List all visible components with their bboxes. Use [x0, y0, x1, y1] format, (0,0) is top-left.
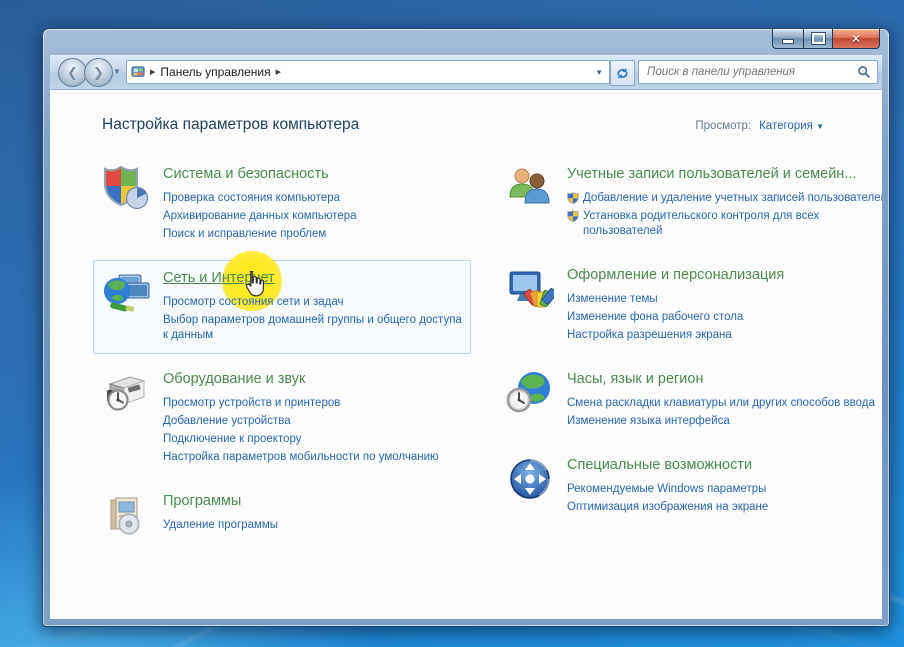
minimize-button[interactable] — [772, 29, 803, 49]
maximize-button[interactable] — [803, 29, 833, 49]
network-icon — [102, 268, 150, 316]
category-network-internet[interactable]: Сеть и Интернет Просмотр состояния сети … — [93, 260, 471, 354]
task-link-uac[interactable]: Установка родительского контроля для все… — [567, 209, 882, 239]
personalization-icon — [506, 265, 554, 313]
user-accounts-icon — [506, 164, 554, 212]
task-link[interactable]: Смена раскладки клавиатуры или других сп… — [567, 396, 882, 411]
search-box[interactable] — [638, 60, 878, 84]
software-box-icon — [102, 491, 150, 539]
task-links: Проверка состояния компьютера Архивирова… — [163, 191, 462, 242]
desktop: { "navbar": { "breadcrumb_root": "Панель… — [0, 0, 904, 647]
category-title-user-accounts[interactable]: Учетные записи пользователей и семейн... — [567, 165, 856, 183]
category-columns: Система и безопасность Проверка состояни… — [50, 134, 882, 562]
category-clock-language-region: Часы, язык и регион Смена раскладки клав… — [506, 369, 882, 432]
breadcrumb-arrow-icon[interactable]: ▶ — [276, 68, 281, 76]
address-bar[interactable]: ▶ Панель управления ▶ ▼ — [126, 60, 610, 84]
breadcrumb-item[interactable]: Панель управления — [160, 65, 270, 79]
task-link[interactable]: Оптимизация изображения на экране — [567, 500, 882, 515]
security-shield-icon — [102, 164, 150, 212]
task-link[interactable]: Настройка параметров мобильности по умол… — [163, 450, 462, 465]
page-title: Настройка параметров компьютера — [102, 116, 359, 134]
task-link[interactable]: Изменение темы — [567, 292, 882, 307]
category-title-appearance[interactable]: Оформление и персонализация — [567, 266, 784, 284]
task-link[interactable]: Изменение языка интерфейса — [567, 414, 882, 429]
task-link[interactable]: Просмотр состояния сети и задач — [163, 295, 462, 310]
chevron-down-icon: ▼ — [816, 122, 824, 131]
task-link[interactable]: Выбор параметров домашней группы и общег… — [163, 313, 462, 343]
task-link[interactable]: Изменение фона рабочего стола — [567, 310, 882, 325]
right-column: Учетные записи пользователей и семейн... — [506, 164, 882, 562]
refresh-icon — [615, 66, 630, 81]
category-hardware-sound: Оборудование и звук Просмотр устройств и… — [102, 369, 462, 468]
control-panel-window: ✕ ❮ ❯ ▼ ▶ Панель управления ▶ ▼ — [42, 28, 890, 627]
category-title-clock-language[interactable]: Часы, язык и регион — [567, 370, 703, 388]
task-links: Изменение темы Изменение фона рабочего с… — [567, 292, 882, 343]
category-title-system-security[interactable]: Система и безопасность — [163, 165, 329, 183]
task-link[interactable]: Просмотр устройств и принтеров — [163, 396, 462, 411]
control-panel-icon — [131, 65, 145, 79]
task-link[interactable]: Поиск и исправление проблем — [163, 227, 462, 242]
task-link[interactable]: Удаление программы — [163, 518, 462, 533]
view-by-dropdown[interactable]: Категория ▼ — [759, 120, 824, 132]
task-links: Просмотр состояния сети и задач Выбор па… — [163, 295, 462, 343]
task-link-uac[interactable]: Добавление и удаление учетных записей по… — [567, 191, 882, 206]
clock-globe-icon — [506, 369, 554, 417]
task-link[interactable]: Проверка состояния компьютера — [163, 191, 462, 206]
page-header: Настройка параметров компьютера Просмотр… — [50, 90, 882, 134]
back-button[interactable]: ❮ — [58, 58, 87, 87]
close-button[interactable]: ✕ — [833, 29, 880, 49]
search-icon[interactable] — [857, 65, 871, 79]
category-title-network-internet[interactable]: Сеть и Интернет — [163, 269, 275, 287]
recent-pages-dropdown-icon[interactable]: ▼ — [113, 67, 121, 76]
category-title-programs[interactable]: Программы — [163, 492, 241, 510]
category-programs: Программы Удаление программы — [102, 491, 462, 539]
view-by-label: Просмотр: — [695, 120, 751, 132]
forward-button[interactable]: ❯ — [84, 58, 113, 87]
refresh-button[interactable] — [610, 60, 635, 86]
task-links: Удаление программы — [163, 518, 462, 533]
address-dropdown-icon[interactable]: ▼ — [595, 68, 605, 77]
uac-shield-icon — [567, 210, 579, 222]
category-ease-of-access: Специальные возможности Рекомендуемые Wi… — [506, 455, 882, 518]
task-link[interactable]: Подключение к проектору — [163, 432, 462, 447]
task-link[interactable]: Настройка разрешения экрана — [567, 328, 882, 343]
task-link[interactable]: Добавление устройства — [163, 414, 462, 429]
printer-icon — [102, 369, 150, 417]
task-link[interactable]: Архивирование данных компьютера — [163, 209, 462, 224]
search-input[interactable] — [645, 65, 857, 79]
view-by-control: Просмотр: Категория ▼ — [695, 120, 824, 132]
category-appearance-personalization: Оформление и персонализация Изменение те… — [506, 265, 882, 346]
maximize-icon — [812, 33, 825, 44]
task-link[interactable]: Рекомендуемые Windows параметры — [567, 482, 882, 497]
minimize-icon — [782, 39, 794, 44]
window-caption-buttons: ✕ — [772, 29, 880, 49]
ease-of-access-icon — [506, 455, 554, 503]
breadcrumb-arrow-icon[interactable]: ▶ — [150, 68, 155, 76]
category-title-hardware-sound[interactable]: Оборудование и звук — [163, 370, 305, 388]
left-column: Система и безопасность Проверка состояни… — [102, 164, 462, 562]
uac-shield-icon — [567, 192, 579, 204]
close-icon: ✕ — [851, 33, 861, 45]
task-links: Добавление и удаление учетных записей по… — [567, 191, 882, 239]
category-user-accounts: Учетные записи пользователей и семейн... — [506, 164, 882, 242]
task-links: Рекомендуемые Windows параметры Оптимиза… — [567, 482, 882, 515]
navigation-bar: ❮ ❯ ▼ ▶ Панель управления ▶ ▼ — [50, 55, 882, 90]
category-title-ease-of-access[interactable]: Специальные возможности — [567, 456, 752, 474]
task-links: Смена раскладки клавиатуры или других сп… — [567, 396, 882, 429]
category-system-security: Система и безопасность Проверка состояни… — [102, 164, 462, 245]
task-links: Просмотр устройств и принтеров Добавлени… — [163, 396, 462, 465]
control-panel-content: Настройка параметров компьютера Просмотр… — [50, 89, 882, 619]
